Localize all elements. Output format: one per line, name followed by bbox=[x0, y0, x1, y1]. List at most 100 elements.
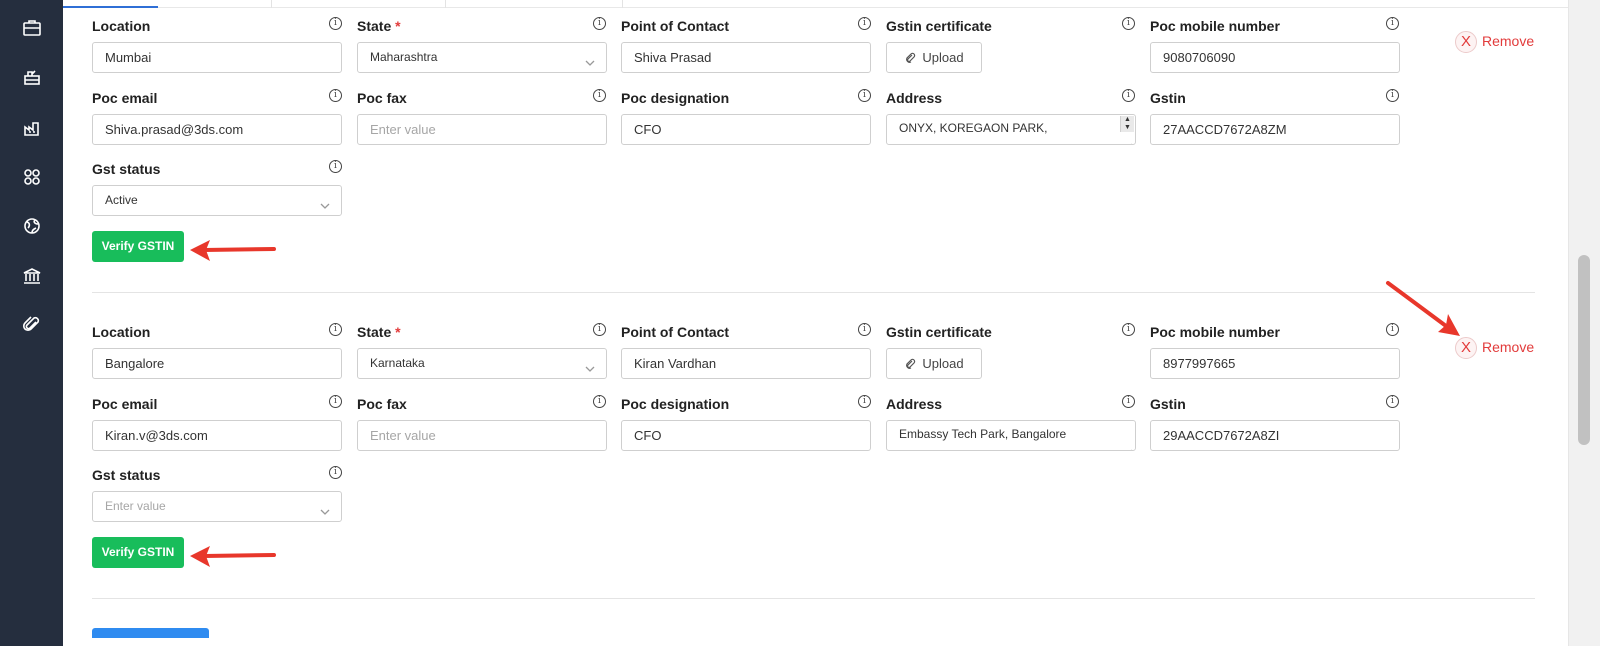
state-select[interactable]: Karnataka bbox=[357, 348, 607, 379]
entry-divider bbox=[92, 598, 1535, 599]
location-label: Location bbox=[92, 18, 151, 34]
gst-status-select[interactable]: Active bbox=[92, 185, 342, 216]
vertical-scrollbar[interactable] bbox=[1568, 0, 1600, 646]
gstin-certificate-info-icon[interactable]: i bbox=[1122, 323, 1135, 336]
poc-fax-info-icon[interactable]: i bbox=[593, 89, 606, 102]
gstin-input[interactable]: 27AACCD7672A8ZM bbox=[1150, 114, 1400, 145]
poc-email-info-icon[interactable]: i bbox=[329, 395, 342, 408]
poc-fax-label: Poc fax bbox=[357, 90, 407, 106]
gst-status-label: Gst status bbox=[92, 161, 161, 177]
poc-designation-input[interactable]: CFO bbox=[621, 420, 871, 451]
state-info-icon[interactable]: i bbox=[593, 17, 606, 30]
poc-fax-label: Poc fax bbox=[357, 396, 407, 412]
gstin-certificate-label: Gstin certificate bbox=[886, 18, 992, 34]
grid-icon[interactable] bbox=[20, 165, 44, 189]
upload-label: Upload bbox=[922, 50, 964, 65]
chevron-down-icon bbox=[319, 194, 331, 209]
add-button[interactable] bbox=[92, 628, 209, 638]
tab-divider bbox=[622, 0, 623, 8]
poc-mobile-info-icon[interactable]: i bbox=[1386, 17, 1399, 30]
gstin-info-icon[interactable]: i bbox=[1386, 395, 1399, 408]
address-info-icon[interactable]: i bbox=[1122, 89, 1135, 102]
globe-icon[interactable] bbox=[20, 214, 44, 238]
verify-gstin-button[interactable]: Verify GSTIN bbox=[92, 231, 184, 262]
gstin-input[interactable]: 29AACCD7672A8ZI bbox=[1150, 420, 1400, 451]
main-content: Location i State * i Point of Contact i … bbox=[63, 8, 1568, 646]
poc-email-info-icon[interactable]: i bbox=[329, 89, 342, 102]
gst-status-label: Gst status bbox=[92, 467, 161, 483]
truck-icon[interactable] bbox=[20, 66, 44, 90]
state-value: Maharashtra bbox=[370, 50, 438, 64]
annotation-arrow-icon bbox=[190, 240, 276, 261]
paperclip-icon bbox=[904, 351, 916, 380]
verify-gstin-button[interactable]: Verify GSTIN bbox=[92, 537, 184, 568]
sidebar bbox=[0, 0, 63, 646]
location-info-icon[interactable]: i bbox=[329, 17, 342, 30]
poc-designation-input[interactable]: CFO bbox=[621, 114, 871, 145]
gstin-info-icon[interactable]: i bbox=[1386, 89, 1399, 102]
state-select[interactable]: Maharashtra bbox=[357, 42, 607, 73]
tab-divider bbox=[271, 0, 272, 8]
poc-email-input[interactable]: Kiran.v@3ds.com bbox=[92, 420, 342, 451]
remove-label: Remove bbox=[1482, 339, 1535, 355]
poc-email-label: Poc email bbox=[92, 396, 158, 412]
poc-mobile-input[interactable]: 9080706090 bbox=[1150, 42, 1400, 73]
gstin-label: Gstin bbox=[1150, 90, 1186, 106]
resize-handle-icon[interactable] bbox=[1125, 440, 1133, 450]
location-input[interactable]: Mumbai bbox=[92, 42, 342, 73]
point-of-contact-info-icon[interactable]: i bbox=[858, 323, 871, 336]
remove-label: Remove bbox=[1482, 33, 1535, 49]
address-info-icon[interactable]: i bbox=[1122, 395, 1135, 408]
poc-fax-info-icon[interactable]: i bbox=[593, 395, 606, 408]
chevron-down-icon bbox=[584, 51, 596, 66]
gst-status-placeholder: Enter value bbox=[105, 499, 166, 513]
tab-strip bbox=[63, 0, 1568, 8]
poc-mobile-label: Poc mobile number bbox=[1150, 324, 1280, 340]
location-info-icon[interactable]: i bbox=[329, 323, 342, 336]
point-of-contact-info-icon[interactable]: i bbox=[858, 17, 871, 30]
paperclip-icon bbox=[904, 45, 916, 74]
resize-handle-icon[interactable] bbox=[1125, 134, 1133, 144]
bank-icon[interactable] bbox=[20, 264, 44, 288]
gst-status-info-icon[interactable]: i bbox=[329, 466, 342, 479]
briefcase-icon[interactable] bbox=[20, 16, 44, 40]
location-label: Location bbox=[92, 324, 151, 340]
gst-status-info-icon[interactable]: i bbox=[329, 160, 342, 173]
factory-icon[interactable] bbox=[20, 116, 44, 140]
close-icon: X bbox=[1455, 31, 1477, 53]
annotation-arrow-icon bbox=[1386, 281, 1460, 336]
state-label: State * bbox=[357, 18, 401, 34]
paperclip-icon[interactable] bbox=[20, 313, 44, 337]
poc-fax-input[interactable]: Enter value bbox=[357, 420, 607, 451]
poc-email-input[interactable]: Shiva.prasad@3ds.com bbox=[92, 114, 342, 145]
address-label: Address bbox=[886, 396, 943, 412]
poc-designation-label: Poc designation bbox=[621, 90, 730, 106]
address-textarea[interactable]: ONYX, KOREGAON PARK, ▲ ▼ bbox=[886, 114, 1136, 145]
gst-status-value: Active bbox=[105, 193, 138, 207]
spin-arrows-icon[interactable]: ▲ ▼ bbox=[1120, 116, 1134, 132]
state-info-icon[interactable]: i bbox=[593, 323, 606, 336]
poc-mobile-input[interactable]: 8977997665 bbox=[1150, 348, 1400, 379]
address-textarea[interactable]: Embassy Tech Park, Bangalore bbox=[886, 420, 1136, 451]
point-of-contact-input[interactable]: Shiva Prasad bbox=[621, 42, 871, 73]
location-input[interactable]: Bangalore bbox=[92, 348, 342, 379]
state-value: Karnataka bbox=[370, 356, 425, 370]
poc-fax-input[interactable]: Enter value bbox=[357, 114, 607, 145]
upload-button[interactable]: Upload bbox=[886, 348, 982, 379]
upload-button[interactable]: Upload bbox=[886, 42, 982, 73]
upload-label: Upload bbox=[922, 356, 964, 371]
poc-designation-info-icon[interactable]: i bbox=[858, 89, 871, 102]
entry-divider bbox=[92, 292, 1535, 293]
poc-designation-info-icon[interactable]: i bbox=[858, 395, 871, 408]
poc-designation-label: Poc designation bbox=[621, 396, 730, 412]
poc-email-label: Poc email bbox=[92, 90, 158, 106]
gstin-certificate-info-icon[interactable]: i bbox=[1122, 17, 1135, 30]
address-label: Address bbox=[886, 90, 943, 106]
gst-status-select[interactable]: Enter value bbox=[92, 491, 342, 522]
scrollbar-thumb[interactable] bbox=[1578, 255, 1590, 445]
address-value: Embassy Tech Park, Bangalore bbox=[899, 427, 1067, 441]
poc-mobile-label: Poc mobile number bbox=[1150, 18, 1280, 34]
chevron-down-icon bbox=[584, 357, 596, 372]
point-of-contact-input[interactable]: Kiran Vardhan bbox=[621, 348, 871, 379]
tab-divider bbox=[445, 0, 446, 8]
